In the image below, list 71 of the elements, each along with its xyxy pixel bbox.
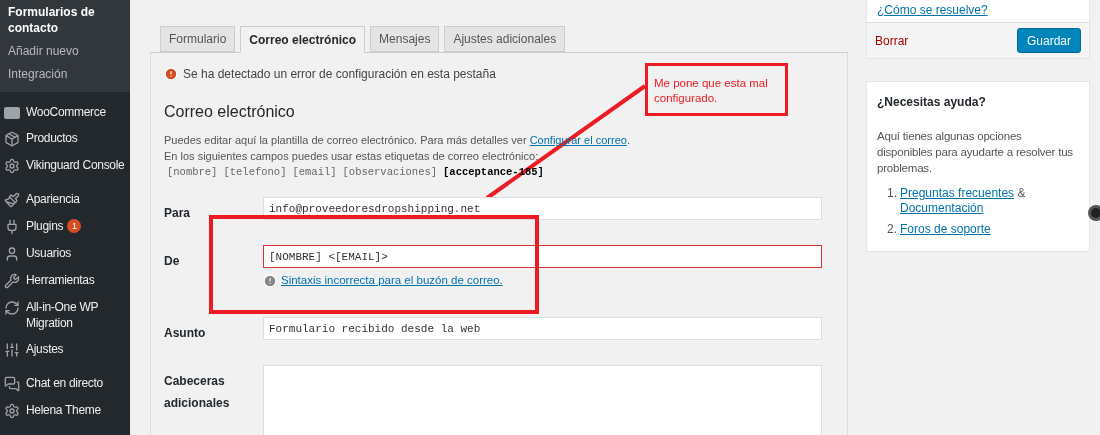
store-icon <box>4 107 20 119</box>
text-field[interactable]: [NOMBRE] <[EMAIL]> <box>263 245 822 268</box>
tab[interactable]: Mensajes <box>370 26 440 52</box>
field-label: Para <box>164 205 192 222</box>
submenu-item[interactable]: Integración <box>0 66 130 82</box>
menu-label: Vikinguard Console <box>26 157 125 173</box>
text-field[interactable]: info@proveedoresdropshipping.net <box>263 197 822 220</box>
list-number: 1. <box>887 186 897 202</box>
help-link[interactable]: Foros de soporte <box>900 222 991 236</box>
submenu-item[interactable]: Añadir nuevo <box>0 43 130 59</box>
menu-label: Plugins <box>26 218 64 234</box>
menu-item[interactable]: All-in-One WP Migration <box>0 294 130 336</box>
section-title: Correo electrónico <box>164 102 296 122</box>
mail-tag: [telefono] <box>223 164 287 180</box>
menu-label: All-in-One WP Migration <box>26 299 99 331</box>
help-link[interactable]: Documentación <box>900 201 984 215</box>
wrench-icon <box>4 273 20 289</box>
menu-item[interactable]: Apariencia <box>0 186 130 213</box>
tab[interactable]: Correo electrónico <box>240 26 366 53</box>
field-label: De <box>164 253 181 270</box>
chat-icon <box>4 376 20 392</box>
tab[interactable]: Formulario <box>160 26 236 52</box>
help-title: ¿Necesitas ayuda? <box>877 94 987 111</box>
error-link[interactable]: Sintaxis incorrecta para el buzón de correo. <box>281 272 503 290</box>
error-icon <box>164 67 178 81</box>
menu-label: Helena Theme <box>26 402 101 418</box>
menu-label: Apariencia <box>26 191 80 207</box>
help-link[interactable]: ¿Cómo se resuelve? <box>877 1 988 19</box>
save-button[interactable]: Guardar <box>1016 28 1081 53</box>
menu-item[interactable]: Usuarios <box>0 240 130 267</box>
text-field[interactable]: Formulario recibido desde la web <box>263 317 822 340</box>
menu-label: Usuarios <box>26 245 71 261</box>
help-text: Aquí tienes algunas opciones disponibles para ayudarte a resolver tus problemas. <box>877 129 1074 176</box>
list-number: 2. <box>887 222 897 237</box>
user-icon <box>4 246 20 262</box>
menu-item[interactable]: Ajustes <box>0 336 130 363</box>
sliders-icon <box>4 342 20 358</box>
joiner-text: & <box>1016 186 1026 200</box>
gear-icon <box>4 403 20 419</box>
delete-link[interactable]: Borrar <box>875 31 909 50</box>
menu-item[interactable]: Helena Theme <box>0 397 130 424</box>
menu-item[interactable]: Vikinguard Console <box>0 152 130 179</box>
mail-tag: [email] <box>292 164 337 180</box>
plug-icon <box>4 219 20 235</box>
menu-item[interactable]: WooCommerce <box>0 99 130 125</box>
menu-label: WooCommerce <box>26 104 106 120</box>
refresh-icon <box>4 300 20 316</box>
field-label: Asunto <box>164 325 207 342</box>
field-label: Cabeceras adicionales <box>164 373 231 412</box>
menu-item[interactable]: Plugins 1 <box>0 213 130 240</box>
box-icon <box>4 131 20 147</box>
textarea-field[interactable] <box>263 365 822 435</box>
menu-label: Chat en directo <box>26 375 103 391</box>
menu-label: Productos <box>26 130 78 146</box>
mail-tag: [observaciones] <box>342 164 438 180</box>
annotation-text: Me pone que esta mal configurado. <box>654 76 769 106</box>
warning-icon <box>263 273 277 288</box>
mail-tag: [nombre] <box>167 164 218 180</box>
menu-item[interactable]: Productos <box>0 125 130 152</box>
gear-icon <box>4 158 20 174</box>
tab[interactable]: Ajustes adicionales <box>444 26 566 52</box>
error-notice: Se ha detectado un error de configuración en esta pestaña <box>183 66 496 83</box>
menu-label: Ajustes <box>26 341 64 357</box>
tags-intro: En los siguientes campos puedes usar estas etiquetas de correo electrónico: <box>164 149 540 164</box>
menu-item[interactable]: Chat en directo <box>0 370 130 397</box>
update-count: 1 <box>67 219 82 233</box>
brush-icon <box>4 192 20 208</box>
submenu-item[interactable]: Formularios de contacto <box>0 4 130 36</box>
menu-item[interactable]: Herramientas <box>0 267 130 294</box>
menu-label: Herramientas <box>26 272 95 288</box>
help-link[interactable]: Preguntas frecuentes <box>900 186 1015 200</box>
